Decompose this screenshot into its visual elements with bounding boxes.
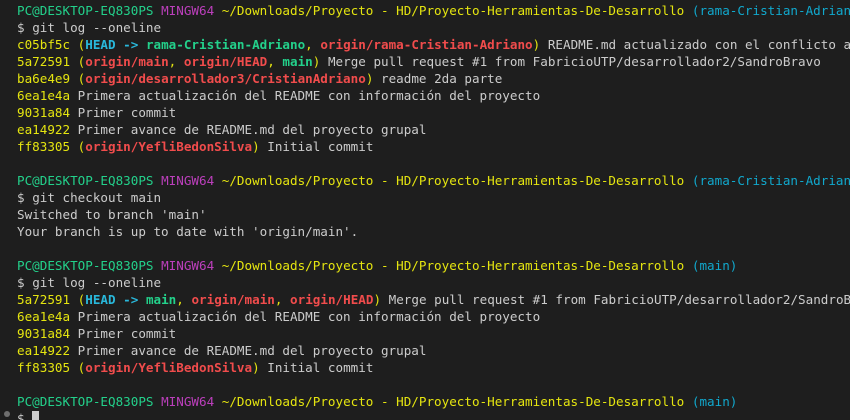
commit-message: Merge pull request #1 from FabricioUTP/d… bbox=[388, 292, 850, 307]
prompt-user: PC@DESKTOP-EQ830PS bbox=[17, 258, 154, 273]
ref-separator: , bbox=[274, 292, 291, 307]
command-text: git log --oneline bbox=[32, 275, 162, 290]
commit-hash: ea14922 bbox=[17, 343, 71, 358]
log-entry: ff83305 (origin/YefliBedonSilva) Initial… bbox=[17, 138, 850, 155]
output-line: Switched to branch 'main' bbox=[17, 207, 207, 222]
prompt-user: PC@DESKTOP-EQ830PS bbox=[17, 173, 154, 188]
commit-hash: ff83305 bbox=[17, 360, 71, 375]
prompt-branch: (main) bbox=[691, 394, 738, 409]
prompt-shell: MINGW64 bbox=[161, 3, 215, 18]
ref-name: HEAD -> bbox=[85, 292, 146, 307]
ref-name: main bbox=[282, 54, 313, 69]
log-entry: c05bf5c (HEAD -> rama-Cristian-Adriano, … bbox=[17, 36, 850, 53]
ref-name: origin/main bbox=[85, 54, 169, 69]
ref-name: main bbox=[145, 292, 177, 307]
ref-close-paren: ) bbox=[373, 292, 382, 307]
prompt-shell: MINGW64 bbox=[161, 394, 215, 409]
commit-message: Initial commit bbox=[267, 360, 374, 375]
terminal-window[interactable]: PC@DESKTOP-EQ830PS MINGW64 ~/Downloads/P… bbox=[0, 0, 850, 420]
log-entry: 5a72591 (origin/main, origin/HEAD, main)… bbox=[17, 53, 850, 70]
log-entry: ea14922 Primer avance de README.md del p… bbox=[17, 121, 850, 138]
log-entry: ff83305 (origin/YefliBedonSilva) Initial… bbox=[17, 359, 850, 376]
command-line: $ git log --oneline bbox=[17, 19, 850, 36]
prompt-line: PC@DESKTOP-EQ830PS MINGW64 ~/Downloads/P… bbox=[17, 2, 850, 19]
commit-message: readme 2da parte bbox=[381, 71, 503, 86]
ref-close-paren: ) bbox=[252, 139, 260, 154]
prompt-user: PC@DESKTOP-EQ830PS bbox=[17, 3, 154, 18]
prompt-dollar: $ bbox=[17, 190, 25, 205]
prompt-path: ~/Downloads/Proyecto - HD/Proyecto-Herra… bbox=[221, 173, 685, 188]
ref-name: origin/desarrollador3/CristianAdriano bbox=[85, 71, 366, 86]
ref-separator: , bbox=[176, 292, 192, 307]
terminal-cursor[interactable] bbox=[32, 411, 40, 420]
commit-message: Primera actualización del README con inf… bbox=[77, 88, 541, 103]
commit-message: Primer commit bbox=[77, 105, 177, 120]
prompt-line: PC@DESKTOP-EQ830PS MINGW64 ~/Downloads/P… bbox=[17, 172, 850, 189]
commit-message: Merge pull request #1 from FabricioUTP/d… bbox=[327, 54, 821, 69]
prompt-dollar: $ bbox=[17, 275, 25, 290]
commit-message: Primer avance de README.md del proyecto … bbox=[77, 343, 427, 358]
ref-name: HEAD -> bbox=[85, 37, 146, 52]
commit-message: Primer avance de README.md del proyecto … bbox=[77, 122, 427, 137]
prompt-branch: (rama-Cristian-Adriano) bbox=[691, 3, 850, 18]
ref-close-paren: ) bbox=[365, 71, 374, 86]
commit-hash: ba6e4e9 bbox=[17, 71, 71, 86]
ref-separator: , bbox=[267, 54, 283, 69]
output-line: Your branch is up to date with 'origin/m… bbox=[17, 224, 359, 239]
commit-message: Primera actualización del README con inf… bbox=[77, 309, 541, 324]
commit-hash: 9031a84 bbox=[17, 326, 71, 341]
commit-message: Initial commit bbox=[267, 139, 374, 154]
commit-hash: 6ea1e4a bbox=[17, 88, 71, 103]
log-entry: 5a72591 (HEAD -> main, origin/main, orig… bbox=[17, 291, 850, 308]
ref-separator: , bbox=[168, 54, 184, 69]
ref-name: origin/HEAD bbox=[183, 54, 268, 69]
prompt-dollar: $ bbox=[17, 20, 25, 35]
ref-close-paren: ) bbox=[532, 37, 541, 52]
prompt-path: ~/Downloads/Proyecto - HD/Proyecto-Herra… bbox=[221, 3, 685, 18]
commit-message: Primer commit bbox=[77, 326, 177, 341]
prompt-shell: MINGW64 bbox=[161, 173, 215, 188]
ref-close-paren: ) bbox=[252, 360, 260, 375]
prompt-dollar: $ bbox=[17, 411, 25, 420]
ref-separator: , bbox=[305, 37, 321, 52]
command-line: $ bbox=[17, 410, 850, 420]
ref-name: origin/main bbox=[191, 292, 275, 307]
command-text: git log --oneline bbox=[32, 20, 162, 35]
command-line: $ git log --oneline bbox=[17, 274, 850, 291]
log-entry: 6ea1e4a Primera actualización del README… bbox=[17, 87, 850, 104]
prompt-line: PC@DESKTOP-EQ830PS MINGW64 ~/Downloads/P… bbox=[17, 393, 850, 410]
ref-name: origin/rama-Cristian-Adriano bbox=[320, 37, 533, 52]
ref-name: origin/HEAD bbox=[290, 292, 374, 307]
ref-close-paren: ) bbox=[312, 54, 321, 69]
ref-name: origin/YefliBedonSilva bbox=[85, 360, 253, 375]
log-entry: 9031a84 Primer commit bbox=[17, 325, 850, 342]
commit-message: README.md actualizado con el conflicto a… bbox=[547, 37, 850, 52]
commit-hash: 6ea1e4a bbox=[17, 309, 71, 324]
ref-name: rama-Cristian-Adriano bbox=[145, 37, 306, 52]
log-entry: 9031a84 Primer commit bbox=[17, 104, 850, 121]
log-entry: ea14922 Primer avance de README.md del p… bbox=[17, 342, 850, 359]
prompt-path: ~/Downloads/Proyecto - HD/Proyecto-Herra… bbox=[221, 394, 685, 409]
commit-hash: 5a72591 bbox=[17, 54, 71, 69]
prompt-user: PC@DESKTOP-EQ830PS bbox=[17, 394, 154, 409]
prompt-branch: (rama-Cristian-Adriano) bbox=[691, 173, 850, 188]
log-entry: ba6e4e9 (origin/desarrollador3/CristianA… bbox=[17, 70, 850, 87]
prompt-path: ~/Downloads/Proyecto - HD/Proyecto-Herra… bbox=[221, 258, 685, 273]
command-decoration-icon[interactable] bbox=[4, 411, 10, 417]
ref-name: origin/YefliBedonSilva bbox=[85, 139, 253, 154]
command-text: git checkout main bbox=[32, 190, 162, 205]
prompt-shell: MINGW64 bbox=[161, 258, 215, 273]
commit-hash: ff83305 bbox=[17, 139, 71, 154]
prompt-line: PC@DESKTOP-EQ830PS MINGW64 ~/Downloads/P… bbox=[17, 257, 850, 274]
commit-hash: ea14922 bbox=[17, 122, 71, 137]
commit-hash: c05bf5c bbox=[17, 37, 71, 52]
command-line: $ git checkout main bbox=[17, 189, 850, 206]
commit-hash: 9031a84 bbox=[17, 105, 71, 120]
log-entry: 6ea1e4a Primera actualización del README… bbox=[17, 308, 850, 325]
commit-hash: 5a72591 bbox=[17, 292, 71, 307]
prompt-branch: (main) bbox=[691, 258, 738, 273]
